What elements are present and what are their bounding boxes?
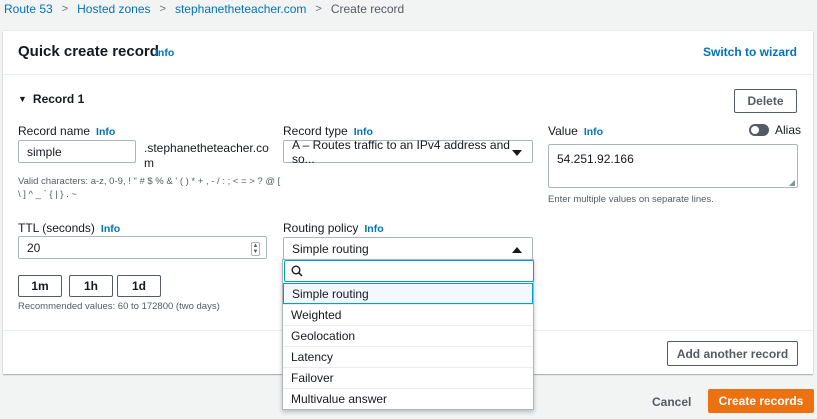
routing-policy-label-text: Routing policy <box>283 221 359 235</box>
record-type-info-link[interactable]: Info <box>354 126 373 138</box>
alias-toggle[interactable] <box>749 124 769 136</box>
routing-option-failover[interactable]: Failover <box>283 367 533 388</box>
ttl-value: 20 <box>27 240 41 255</box>
routing-policy-info-link[interactable]: Info <box>364 223 383 235</box>
routing-option-geolocation[interactable]: Geolocation <box>283 325 533 346</box>
cancel-button[interactable]: Cancel <box>652 395 691 409</box>
value-info-link[interactable]: Info <box>584 126 603 138</box>
caret-down-icon <box>512 150 522 156</box>
breadcrumb-route53[interactable]: Route 53 <box>4 2 53 16</box>
breadcrumb-current: Create record <box>330 2 405 16</box>
value-label-text: Value <box>548 124 578 138</box>
routing-option-latency[interactable]: Latency <box>283 346 533 367</box>
number-stepper-icon[interactable]: ▲ ▼ <box>251 242 260 256</box>
value-hint: Enter multiple values on separate lines. <box>548 194 714 205</box>
routing-option-weighted[interactable]: Weighted <box>283 304 533 325</box>
routing-search-input[interactable] <box>284 260 534 282</box>
routing-policy-label: Routing policy Info <box>283 221 384 235</box>
valid-characters-line2: \ ] ^ _ ` { | } . ~ <box>18 189 77 200</box>
ttl-label-text: TTL (seconds) <box>18 221 95 235</box>
title-info-link[interactable]: Info <box>155 47 174 59</box>
record-type-value: A – Routes traffic to an IPv4 address an… <box>292 137 510 166</box>
record-expander[interactable]: ▼ Record 1 <box>18 92 84 106</box>
breadcrumb: Route 53 > Hosted zones > stephanethetea… <box>4 1 404 17</box>
chevron-right-icon: > <box>315 3 322 15</box>
domain-suffix: .stephanetheteacher.co m <box>144 141 269 171</box>
breadcrumb-domain[interactable]: stephanetheteacher.com <box>175 2 306 16</box>
breadcrumb-hosted-zones[interactable]: Hosted zones <box>77 2 150 16</box>
page-title: Quick create record <box>18 43 159 60</box>
ttl-1m-button[interactable]: 1m <box>18 275 62 297</box>
alias-label: Alias <box>775 123 802 137</box>
caret-down-icon: ▼ <box>18 94 27 104</box>
ttl-info-link[interactable]: Info <box>101 223 120 235</box>
record-type-label: Record type Info <box>283 124 373 138</box>
record-name-label-text: Record name <box>18 124 91 138</box>
record-title: Record 1 <box>32 92 85 106</box>
ttl-hint: Recommended values: 60 to 172800 (two da… <box>18 301 220 312</box>
add-another-record-button[interactable]: Add another record <box>667 341 798 366</box>
routing-option-multivalue[interactable]: Multivalue answer <box>283 388 533 409</box>
create-records-button[interactable]: Create records <box>708 389 814 413</box>
routing-policy-dropdown: Simple routing Weighted Geolocation Late… <box>282 259 534 410</box>
record-name-input[interactable]: simple <box>18 140 136 163</box>
ttl-1h-button[interactable]: 1h <box>69 275 113 297</box>
delete-button[interactable]: Delete <box>734 89 797 113</box>
chevron-right-icon: > <box>159 3 166 15</box>
domain-suffix-line1: .stephanetheteacher.co <box>144 141 269 155</box>
record-name-label: Record name Info <box>18 124 115 138</box>
search-icon <box>291 265 303 277</box>
routing-policy-select[interactable]: Simple routing <box>283 237 533 260</box>
card-header: Quick create record Info Switch to wizar… <box>3 31 813 75</box>
value-label: Value Info <box>548 124 603 138</box>
value-text: 54.251.92.166 <box>557 152 634 166</box>
chevron-right-icon: > <box>61 3 69 15</box>
record-type-label-text: Record type <box>283 124 348 138</box>
value-textarea[interactable]: 54.251.92.166 ◢ <box>548 144 798 188</box>
ttl-input[interactable]: 20 ▲ ▼ <box>18 236 267 259</box>
record-name-info-link[interactable]: Info <box>96 126 115 138</box>
resize-handle-icon[interactable]: ◢ <box>789 178 795 187</box>
routing-policy-value: Simple routing <box>292 241 369 256</box>
ttl-1d-button[interactable]: 1d <box>117 275 161 297</box>
domain-suffix-line2: m <box>144 156 154 170</box>
valid-characters-hint: Valid characters: a-z, 0-9, ! " # $ % & … <box>18 175 280 201</box>
ttl-label: TTL (seconds) Info <box>18 221 120 235</box>
caret-up-icon <box>512 247 522 253</box>
record-type-select[interactable]: A – Routes traffic to an IPv4 address an… <box>283 137 533 166</box>
routing-option-simple[interactable]: Simple routing <box>283 283 533 304</box>
switch-to-wizard-link[interactable]: Switch to wizard <box>703 45 797 59</box>
valid-characters-line1: Valid characters: a-z, 0-9, ! " # $ % & … <box>18 176 281 187</box>
